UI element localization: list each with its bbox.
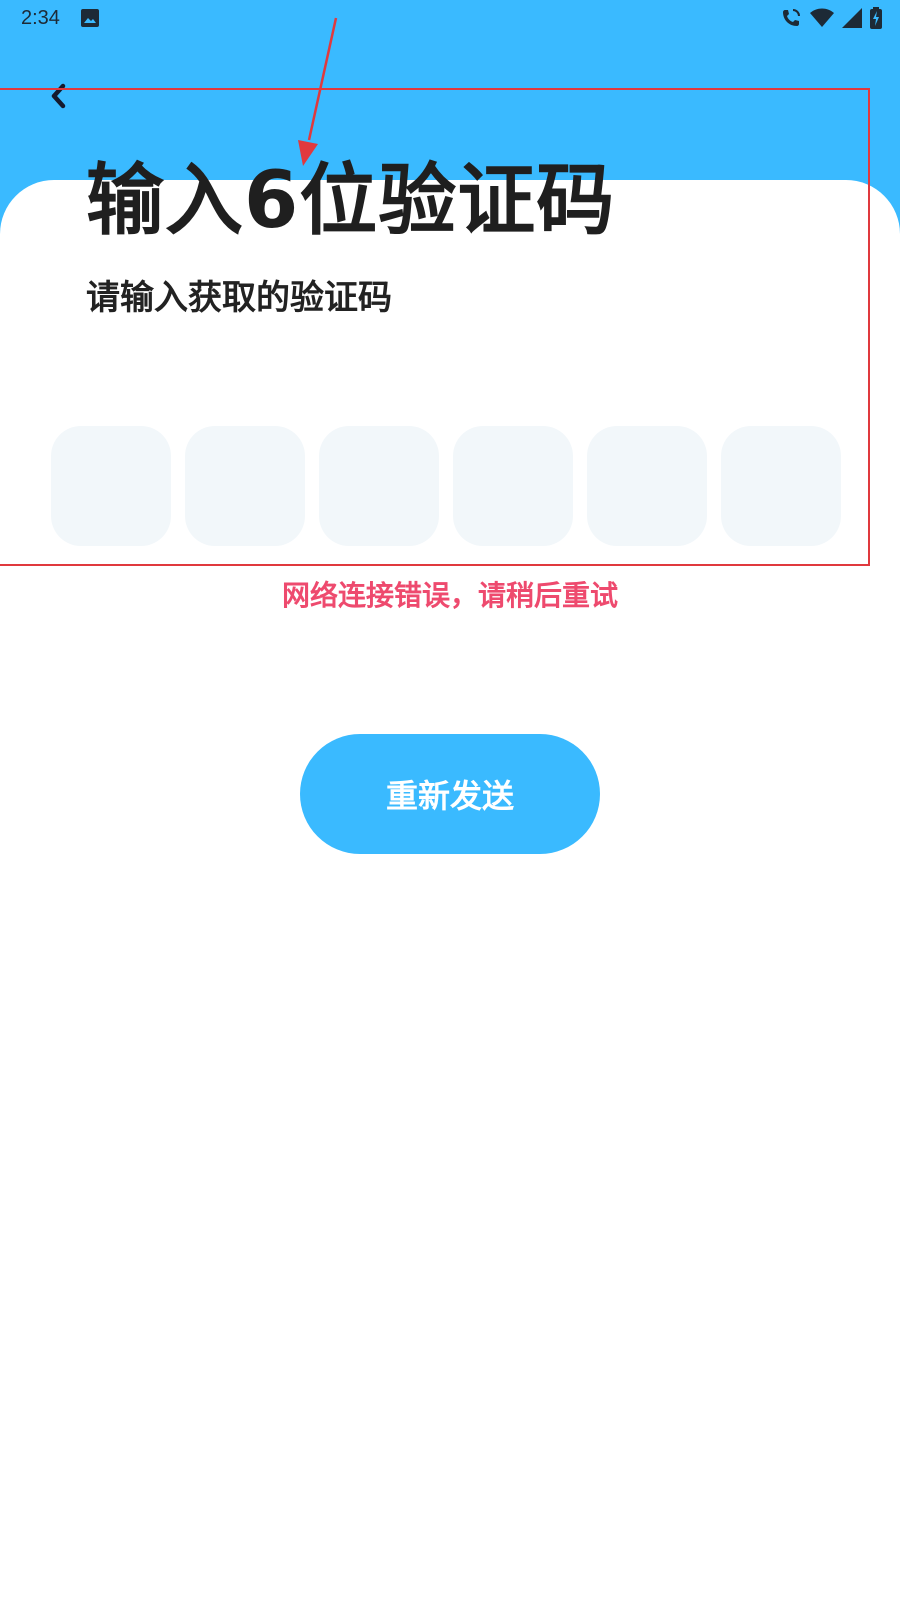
wifi-icon: [810, 8, 834, 27]
status-icons: [780, 7, 882, 29]
resend-button[interactable]: 重新发送: [300, 734, 600, 854]
code-input-4[interactable]: [453, 426, 573, 546]
code-input-1[interactable]: [51, 426, 171, 546]
page-title: 输入6位验证码: [86, 156, 616, 246]
status-bar: 2:34: [0, 0, 900, 40]
back-button[interactable]: [40, 78, 76, 114]
image-icon: [81, 9, 99, 27]
code-input-2[interactable]: [185, 426, 305, 546]
code-input-row: [51, 426, 841, 546]
page-subtitle: 请输入获取的验证码: [86, 278, 392, 318]
signal-icon: [842, 8, 862, 28]
verification-screen: 2:34 输入6位验证码 请输入获取的验证码 网络连接错误，请稍后重试 重新发送: [0, 0, 900, 1600]
error-message: 网络连接错误，请稍后重试: [281, 579, 618, 612]
battery-charging-icon: [870, 7, 882, 29]
chevron-left-icon: [51, 83, 66, 109]
code-input-6[interactable]: [721, 426, 841, 546]
call-icon: [783, 9, 800, 26]
content-card: [0, 180, 900, 1600]
status-time: 2:34: [21, 7, 60, 29]
code-input-3[interactable]: [319, 426, 439, 546]
code-input-5[interactable]: [587, 426, 707, 546]
